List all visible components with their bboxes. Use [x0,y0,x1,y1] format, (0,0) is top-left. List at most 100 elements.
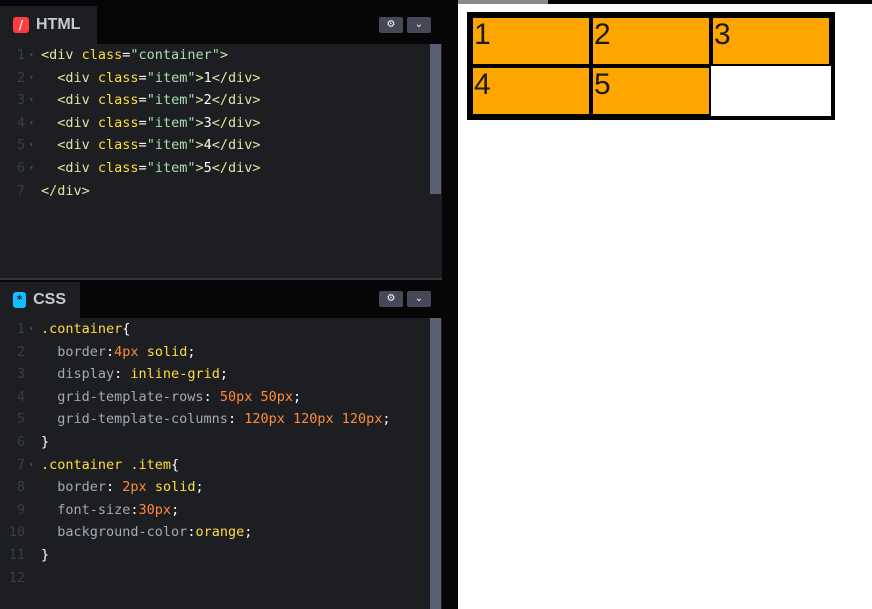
code-text: .container{ [41,318,130,341]
css-pane-header: * CSS ⚙ ⌄ [0,280,442,318]
html-settings-button[interactable]: ⚙ [379,17,403,33]
css-code-line[interactable]: 1 ▾ .container{ [0,318,430,341]
fold-arrow-icon[interactable]: ▾ [29,89,41,112]
code-token: <div [41,159,98,176]
css-code-line[interactable]: 4 grid-template-rows: 50px 50px; [0,386,430,409]
code-token: <div [41,137,98,154]
html-code-editor[interactable]: 1 ▾ <div class="container"> 2 ▾ <div class="… [0,44,430,202]
css-code-line[interactable]: 12 [0,567,430,590]
line-number: 5 [16,137,25,154]
code-token: } [41,546,50,563]
fold-arrow-icon[interactable]: ▾ [29,44,41,67]
code-token: ; [187,343,196,360]
fold-arrow-icon[interactable]: ▾ [29,67,41,90]
code-text: background-color:orange; [41,521,252,544]
preview-resize-shadow [458,0,548,4]
code-token: : [106,479,123,496]
css-code-line[interactable]: 8 border: 2px solid; [0,476,430,499]
html-logo-icon: / [13,17,29,33]
code-token: solid [138,343,188,360]
code-token: : [227,411,245,428]
line-number: 1 [16,321,25,337]
code-token: "item" [146,92,196,109]
line-number: 4 [16,114,25,131]
html-code-line[interactable]: 7 </div> [0,180,430,203]
html-code-line[interactable]: 4 ▾ <div class="item">3</div> [0,112,430,135]
code-token: border [41,479,107,496]
css-code-line[interactable]: 3 display: inline-grid; [0,363,430,386]
css-code-line[interactable]: 7 ▾ .container .item{ [0,454,430,477]
css-code-editor[interactable]: 1 ▾ .container{2 border:4px solid; 3 displa… [0,318,430,589]
code-token: 30px [138,501,172,518]
line-number: 6 [16,159,25,176]
code-token: ; [382,411,391,428]
code-token: class [97,137,139,154]
html-code-line[interactable]: 1 ▾ <div class="container"> [0,44,430,67]
css-code-line[interactable]: 6} [0,431,430,454]
line-number: 11 [8,546,25,563]
code-token: 120px 120px 120px [244,411,383,428]
html-code-line[interactable]: 6 ▾ <div class="item">5</div> [0,157,430,180]
code-text: </div> [41,180,90,203]
line-number: 10 [8,524,25,541]
code-token: > [195,69,204,86]
html-pane-header: / HTML ⚙ ⌄ [0,0,442,44]
line-number: 7 [16,456,25,473]
css-collapse-button[interactable]: ⌄ [407,291,431,307]
code-text: grid-template-rows: 50px 50px; [41,386,301,409]
fold-arrow-icon[interactable]: ▾ [29,157,41,180]
code-token: > [195,114,204,131]
code-token: </div> [211,69,261,86]
code-token: ; [171,501,180,518]
grid-item: 1 [471,16,591,66]
css-settings-button[interactable]: ⚙ [379,291,403,307]
code-token: : [203,388,220,405]
line-number: 2 [16,343,25,360]
fold-arrow-icon[interactable]: ▾ [29,134,41,157]
html-code-line[interactable]: 5 ▾ <div class="item">4</div> [0,134,430,157]
code-token: .container [41,321,123,337]
code-text: } [41,544,49,567]
css-scrollbar[interactable] [430,318,441,609]
code-token: class [97,159,139,176]
code-token: "item" [146,137,196,154]
css-code-line[interactable]: 10 background-color:orange; [0,521,430,544]
css-tab[interactable]: * CSS [0,282,80,318]
html-code-line[interactable]: 2 ▾ <div class="item">1</div> [0,67,430,90]
html-collapse-button[interactable]: ⌄ [407,17,431,33]
html-tab[interactable]: / HTML [0,6,97,44]
code-token: solid [146,479,196,496]
grid-item: 5 [591,66,711,116]
css-code-line[interactable]: 2 border:4px solid; [0,341,430,364]
css-code-line[interactable]: 5 grid-template-columns: 120px 120px 120… [0,408,430,431]
line-number: 1 [16,47,25,63]
code-token: ; [195,479,204,496]
chevron-down-icon: ⌄ [414,293,424,304]
code-token: } [41,433,50,450]
line-number: 8 [16,479,25,496]
code-token: ; [219,366,228,383]
code-token: orange [195,524,245,541]
code-token: border [41,343,107,360]
code-token: class [97,69,139,86]
code-token: </div> [211,137,261,154]
html-code-line[interactable]: 3 ▾ <div class="item">2</div> [0,89,430,112]
fold-arrow-icon[interactable]: ▾ [29,318,41,341]
fold-arrow-icon[interactable]: ▾ [29,454,41,477]
code-text: display: inline-grid; [41,363,228,386]
code-token: background-color [41,524,188,541]
grid-item: 4 [471,66,591,116]
css-code-line[interactable]: 11} [0,544,430,567]
css-code-line[interactable]: 9 font-size:30px; [0,499,430,522]
html-scrollbar[interactable] [430,44,441,194]
fold-arrow-icon[interactable]: ▾ [29,112,41,135]
line-number: 2 [16,69,25,86]
code-token: "item" [146,159,196,176]
editor-preview-resizer[interactable] [442,0,458,609]
line-number: 6 [16,433,25,450]
code-text: .container .item{ [41,454,179,477]
